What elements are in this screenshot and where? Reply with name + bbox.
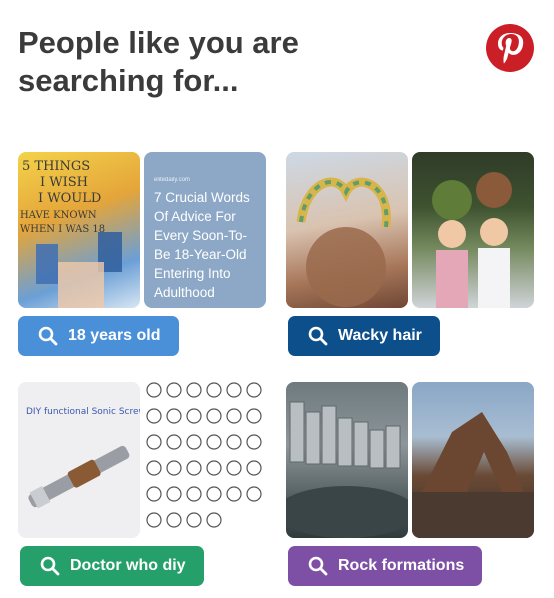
thumbnail-braided-hair-image[interactable] xyxy=(286,152,408,308)
thumb-caption: DIY functional Sonic Screwdriver xyxy=(26,407,140,417)
search-chip-doctor-who-diy[interactable]: Doctor who diy xyxy=(20,546,204,586)
thumb-source-label: elitedaily.com xyxy=(154,177,190,183)
search-chip-18-years-old[interactable]: 18 years old xyxy=(18,316,179,356)
suggestion-card-rock-formations: Rock formations xyxy=(286,382,536,586)
thumbnail-gallifreyan-alphabet-image[interactable] xyxy=(144,382,266,538)
search-chip-label: Rock formations xyxy=(338,557,465,574)
thumbnail-rock-arch-image[interactable] xyxy=(412,382,534,538)
search-icon xyxy=(38,326,58,346)
thumbnail-kids-crazy-hair-image[interactable] xyxy=(412,152,534,308)
svg-text:HAVE KNOWN: HAVE KNOWN xyxy=(20,210,97,221)
thumbnail-sonic-screwdriver-image[interactable]: DIY functional Sonic Screwdriver xyxy=(18,382,140,538)
thumb-text-line: 5 THINGS xyxy=(22,159,90,174)
svg-text:I WISH: I WISH xyxy=(40,175,88,190)
suggestion-card-doctor-who-diy: DIY functional Sonic Screwdriver xyxy=(18,382,268,586)
search-icon xyxy=(40,556,60,576)
search-chip-label: 18 years old xyxy=(68,327,161,344)
suggestion-card-wacky-hair: Wacky hair xyxy=(286,152,536,356)
pinterest-logo-icon[interactable] xyxy=(486,24,534,72)
svg-text:I WOULD: I WOULD xyxy=(38,191,101,206)
search-icon xyxy=(308,556,328,576)
svg-text:WHEN I WAS 18: WHEN I WAS 18 xyxy=(20,224,105,235)
search-icon xyxy=(308,326,328,346)
thumbnail-crucial-words-image[interactable]: elitedaily.com 7 Crucial Words Of Advice… xyxy=(144,152,266,308)
thumbnail-five-things-image[interactable]: 5 THINGS I WISH I WOULD HAVE KNOWN WHEN … xyxy=(18,152,140,308)
page-title: People like you are searching for... xyxy=(18,25,299,98)
search-chip-label: Wacky hair xyxy=(338,327,422,344)
search-chip-rock-formations[interactable]: Rock formations xyxy=(288,546,483,586)
suggestion-card-18-years-old: 5 THINGS I WISH I WOULD HAVE KNOWN WHEN … xyxy=(18,152,268,356)
search-chip-label: Doctor who diy xyxy=(70,557,186,574)
search-chip-wacky-hair[interactable]: Wacky hair xyxy=(288,316,440,356)
thumbnail-basalt-columns-image[interactable] xyxy=(286,382,408,538)
thumb-caption: 7 Crucial Words Of Advice For Every Soon… xyxy=(154,190,250,300)
